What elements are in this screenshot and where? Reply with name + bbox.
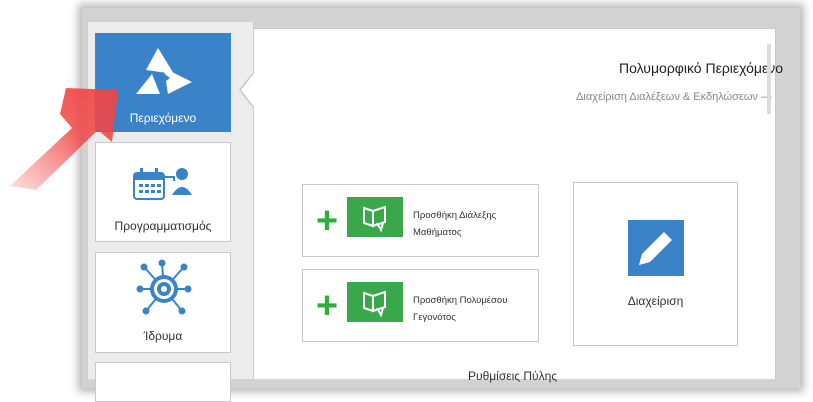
add-multimedia-event-button[interactable]: + Προσθήκη Πολυμέσου Γεγονότος — [302, 269, 539, 342]
institution-network-icon — [136, 259, 192, 315]
plus-icon: + — [315, 200, 339, 242]
add-book-icon — [363, 205, 386, 233]
page-subtitle: Διαχείριση Διαλέξεων & Εκδηλώσεων — — [576, 91, 772, 103]
sidebar-item-label: Ίδρυμα — [143, 329, 183, 343]
plus-icon: + — [315, 285, 339, 327]
calendar-user-icon — [133, 168, 192, 200]
sidebar-item-more[interactable] — [95, 362, 231, 402]
green-icon-box — [347, 282, 403, 322]
content-triangles-icon — [136, 48, 192, 94]
scrollbar[interactable] — [767, 44, 771, 114]
page-title: Πολυμορφικό Περιεχόμενο — [619, 60, 783, 76]
add-multimedia-event-label: Προσθήκη Πολυμέσου Γεγονότος — [413, 295, 508, 323]
sidebar: Περιεχόμενο Προγραμματισμός Ίδρυμα — [88, 22, 253, 402]
manage-icon-box — [628, 220, 684, 276]
sidebar-item-content[interactable]: Περιεχόμενο — [95, 33, 231, 132]
add-book-icon — [363, 290, 386, 318]
manage-button[interactable]: Διαχείριση — [573, 182, 738, 346]
portal-settings-heading: Ρυθμίσεις Πύλης — [468, 369, 558, 383]
panel-pointer-inner — [241, 72, 255, 108]
green-icon-box — [347, 197, 403, 237]
sidebar-item-label: Προγραμματισμός — [114, 219, 212, 233]
sidebar-item-label: Περιεχόμενο — [129, 111, 197, 125]
add-lecture-button[interactable]: + Προσθήκη Διάλεξης Μαθήματος — [302, 184, 539, 257]
pencil-icon — [639, 232, 672, 265]
sidebar-item-institution[interactable]: Ίδρυμα — [95, 252, 231, 353]
add-lecture-label: Προσθήκη Διάλεξης Μαθήματος — [413, 210, 497, 238]
manage-label: Διαχείριση — [627, 294, 684, 308]
sidebar-item-scheduling[interactable]: Προγραμματισμός — [95, 142, 231, 242]
